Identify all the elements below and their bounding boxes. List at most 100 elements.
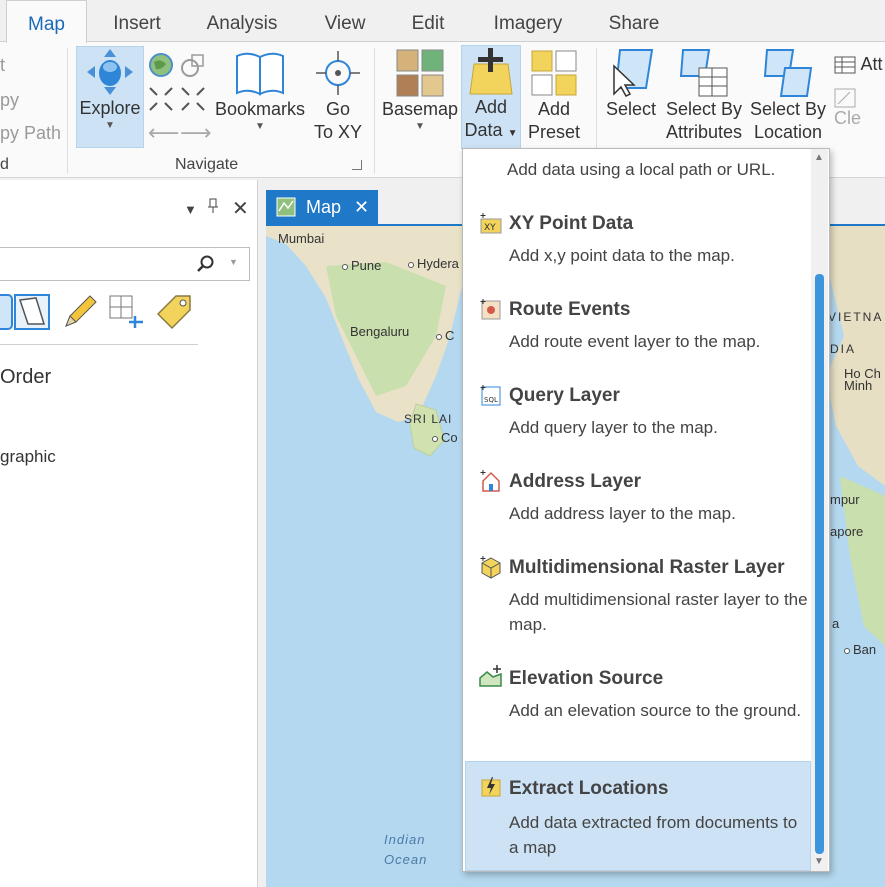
tab-view[interactable]: View <box>314 0 376 42</box>
select-by-attributes-button[interactable]: Select By Attributes <box>663 48 745 144</box>
map-label-pune: Pune <box>342 258 381 273</box>
tab-share[interactable]: Share <box>600 0 668 42</box>
pane-menu-icon[interactable]: ▼ <box>184 202 197 217</box>
add-data-label-1: Add <box>474 97 508 117</box>
multidimensional-raster-icon <box>480 556 501 579</box>
add-preset-icon <box>531 50 577 96</box>
chevron-down-icon: ▼ <box>255 121 265 132</box>
map-label-hcmc-2: Minh <box>844 378 873 393</box>
xy-point-icon: XY <box>480 213 502 234</box>
add-data-button[interactable]: Add Data ▼ <box>461 45 521 149</box>
city-dot-icon <box>432 435 438 442</box>
query-layer-icon: SQL <box>480 385 501 406</box>
basemap-button[interactable]: Basemap ▼ <box>382 48 458 133</box>
forward-arrow-icon[interactable]: ⟶ <box>180 120 212 146</box>
map-label-a: a <box>832 616 840 631</box>
chevron-down-icon: ▼ <box>415 121 425 132</box>
crosshair-icon <box>316 51 360 95</box>
zoom-in-arrows-icon <box>149 87 173 111</box>
menu-item-multidimensional-raster-layer[interactable]: Multidimensional Raster Layer Add multid… <box>465 549 811 647</box>
go-to-xy-button[interactable]: Go To XY <box>310 48 366 144</box>
svg-text:SQL: SQL <box>484 396 498 404</box>
chevron-down-icon: ▼ <box>507 128 518 139</box>
search-input[interactable]: ▼ <box>0 247 250 281</box>
pane-divider <box>0 344 198 345</box>
menu-item-query-layer[interactable]: SQL Query Layer Add query layer to the m… <box>465 377 811 449</box>
tab-analysis[interactable]: Analysis <box>196 0 288 42</box>
drawing-order-heading: Order <box>0 366 52 388</box>
layers-icon <box>0 294 13 330</box>
scroll-thumb[interactable] <box>815 274 824 854</box>
attributes-button[interactable]: Att <box>834 54 882 75</box>
map-view-tab[interactable]: Map ✕ <box>266 190 378 224</box>
add-data-label-2-text: Data <box>464 120 503 140</box>
dropdown-scrollbar[interactable]: ▲ ▼ <box>811 149 828 871</box>
select-button[interactable]: Select <box>602 48 660 121</box>
table-icon <box>834 56 856 73</box>
layer-topographic[interactable]: graphic <box>0 447 56 467</box>
clear-selection-icon <box>834 88 856 108</box>
full-extent-button[interactable] <box>148 52 174 83</box>
menu-item-elevation-source[interactable]: Elevation Source Add an elevation source… <box>465 660 811 758</box>
fixed-zoom-out-button[interactable] <box>180 86 206 117</box>
list-by-editing-button[interactable] <box>62 294 98 335</box>
bookmarks-button[interactable]: Bookmarks ▼ <box>212 48 308 133</box>
clear-button[interactable]: Cle <box>834 88 885 129</box>
fixed-zoom-in-button[interactable] <box>148 86 174 117</box>
menu-item-extract-locations[interactable]: Extract Locations Add data extracted fro… <box>465 761 811 871</box>
previous-extent-button[interactable] <box>180 52 206 83</box>
close-map-tab-icon[interactable]: ✕ <box>354 190 369 224</box>
map-label-hyderabad-text: Hydera <box>417 256 459 271</box>
menu-item-title: XY Point Data <box>509 213 634 234</box>
tab-map[interactable]: Map <box>6 0 87 43</box>
explore-button[interactable]: Explore ▼ <box>76 46 144 148</box>
list-by-drawing-order-button[interactable] <box>0 294 14 335</box>
pencil-icon <box>65 295 97 327</box>
go-to-xy-label-2: To XY <box>313 122 363 142</box>
scroll-down-icon[interactable]: ▼ <box>814 856 824 867</box>
basemap-label: Basemap <box>382 99 459 119</box>
map-label-dia: DIA <box>830 342 857 356</box>
city-dot-icon <box>844 647 850 654</box>
back-arrow-icon[interactable]: ⟵ <box>148 120 180 146</box>
map-icon <box>276 197 296 217</box>
polygon-icon <box>14 294 50 330</box>
ribbon-tab-strip: Map Insert Analysis View Edit Imagery Sh… <box>0 0 885 43</box>
city-dot-icon <box>342 263 348 270</box>
partial-button-3[interactable]: py Path <box>0 122 61 145</box>
menu-item-description: Add an elevation source to the ground. <box>509 701 802 720</box>
menu-item-route-events[interactable]: Route Events Add route event layer to th… <box>465 291 811 363</box>
partial-group-label: d <box>0 156 9 173</box>
pin-icon[interactable] <box>207 198 219 219</box>
map-label-indian: Indian <box>384 832 426 847</box>
close-icon[interactable]: ✕ <box>232 196 249 221</box>
group-separator <box>374 48 375 174</box>
list-by-data-source-button[interactable] <box>14 294 50 335</box>
menu-item-address-layer[interactable]: Address Layer Add address layer to the m… <box>465 463 811 535</box>
bookmarks-label: Bookmarks <box>214 99 306 119</box>
select-by-location-button[interactable]: Select By Location <box>748 48 828 144</box>
book-icon <box>236 52 284 96</box>
scroll-up-icon[interactable]: ▲ <box>814 152 824 163</box>
menu-item-xy-point-data[interactable]: XY XY Point Data Add x,y point data to t… <box>465 205 811 277</box>
select-cursor-icon <box>613 49 654 97</box>
tab-edit[interactable]: Edit <box>402 0 454 42</box>
list-by-snapping-button[interactable] <box>108 294 146 335</box>
select-label: Select <box>605 99 657 119</box>
tab-imagery[interactable]: Imagery <box>482 0 574 42</box>
navigate-launcher-icon[interactable] <box>352 160 362 170</box>
partial-button-2[interactable]: py <box>0 89 19 112</box>
menu-item-description: Add x,y point data to the map. <box>509 246 735 265</box>
map-label-mumbai: Mumbai <box>278 231 325 246</box>
search-options-chevron-icon[interactable]: ▼ <box>229 257 238 267</box>
list-by-labeling-button[interactable] <box>156 294 194 335</box>
pin-shape <box>208 198 218 213</box>
partial-button-1[interactable]: t <box>0 54 5 77</box>
menu-item-description: Add route event layer to the map. <box>509 332 761 351</box>
menu-item-title: Extract Locations <box>509 778 669 799</box>
map-label-chennai: C <box>436 328 454 343</box>
menu-item-title: Elevation Source <box>509 668 664 689</box>
add-data-dropdown: Add data using a local path or URL. XY X… <box>462 148 830 872</box>
tag-icon <box>156 295 191 330</box>
tab-insert[interactable]: Insert <box>100 0 174 42</box>
